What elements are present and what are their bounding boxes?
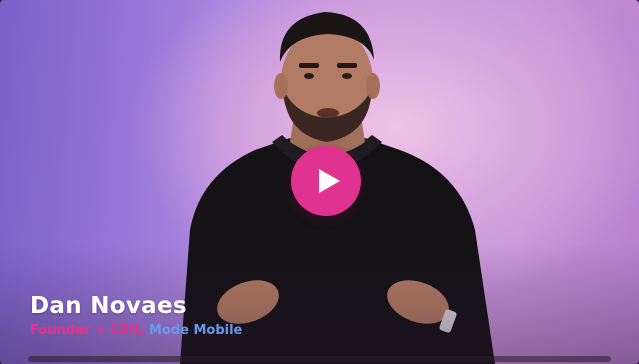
speaker-title: Founder + CEO, [30, 323, 145, 338]
play-icon [319, 169, 340, 193]
speaker-role: Founder + CEO, Mode Mobile [30, 323, 242, 339]
speaker-company: Mode Mobile [148, 323, 243, 338]
video-player[interactable]: Dan Novaes Founder + CEO, Mode Mobile [0, 0, 639, 364]
speaker-caption: Dan Novaes Founder + CEO, Mode Mobile [30, 292, 242, 339]
play-button[interactable] [291, 146, 361, 216]
speaker-name: Dan Novaes [30, 293, 187, 319]
video-progress-bar[interactable] [28, 356, 611, 362]
